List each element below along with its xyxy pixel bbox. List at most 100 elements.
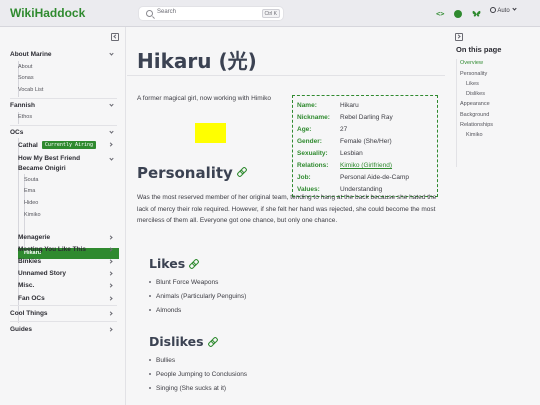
sidebar-section-about-marine[interactable]: About Marine [10,51,52,58]
sidebar-item-ema[interactable]: Ema [24,188,35,194]
chevron-right-icon[interactable] [108,296,113,301]
infobox-key: Nickname: [297,114,330,121]
list-item: Bullies [149,357,175,364]
sidebar-item-onigiri[interactable]: How My Best Friend Became Onigiri [18,154,103,173]
heading-text: Personality [137,164,233,182]
list-item: Singing (She sucks at it) [149,385,226,392]
infobox-value: Lesbian [340,150,363,157]
search-shortcut-key: Ctrl K [261,9,280,18]
sidebar: About Marine About Sonas Vocab List Fann… [0,27,126,405]
butterfly-icon[interactable] [472,10,481,18]
toc-item-dislikes[interactable]: Dislikes [466,91,485,97]
collapse-sidebar-button[interactable] [111,33,119,41]
sidebar-divider [10,305,117,306]
sidebar-item-ethos[interactable]: Ethos [18,114,32,120]
anchor-link-icon[interactable] [237,168,247,178]
sidebar-divider [10,125,117,126]
toc-item-personality[interactable]: Personality [460,71,487,77]
main-content: Hikaru (光) A former magical girl, now wo… [127,27,447,405]
personality-heading: Personality [137,164,247,182]
heading-text: Dislikes [149,334,204,349]
relations-link[interactable]: Kimiko (Girlfriend) [340,161,392,171]
sidebar-item-hideo[interactable]: Hideo [24,200,38,206]
chevron-right-icon[interactable] [108,327,113,332]
anchor-link-icon[interactable] [208,338,216,346]
sidebar-divider [10,321,117,322]
mastodon-icon[interactable] [454,10,462,18]
dislikes-heading: Dislikes [149,334,216,349]
top-nav-bar: WikiHaddock Search Ctrl K <> Auto [0,0,540,27]
infobox-key: Age: [297,126,312,133]
sidebar-item-binkies[interactable]: Binkies [18,258,41,265]
sidebar-item-kimiko[interactable]: Kimiko [24,212,41,218]
infobox-value: Personal Aide-de-Camp [340,174,410,181]
chevron-down-icon[interactable] [109,51,114,56]
collapse-toc-button[interactable] [455,33,463,41]
sidebar-section-guides[interactable]: Guides [10,326,32,333]
sidebar-divider [10,98,117,99]
toc-item-likes[interactable]: Likes [466,81,479,87]
sidebar-item-souta[interactable]: Souta [24,177,38,183]
code-icon[interactable]: <> [436,9,446,19]
character-infobox: Name: Hikaru Nickname: Rebel Darling Ray A… [292,95,438,197]
chevron-right-icon[interactable] [108,259,113,264]
list-item: Animals (Particularly Penguins) [149,293,246,300]
infobox-key: Sexuality: [297,150,328,157]
infobox-value: 27 [340,126,348,133]
sidebar-item-unnamed-story[interactable]: Unnamed Story [18,270,66,277]
infobox-value: Hikaru [340,102,359,109]
toc-item-kimiko[interactable]: Kimiko [466,132,483,138]
chevron-right-icon[interactable] [108,235,113,240]
list-item: Almonds [149,307,181,314]
character-image [195,123,226,143]
status-badge: Currently Airing [41,141,97,149]
sidebar-item-vocab-list[interactable]: Vocab List [18,87,43,93]
sidebar-section-fannish[interactable]: Fannish [10,102,35,109]
toc-title: On this page [456,45,502,54]
personality-text: Was the most reserved member of her orig… [137,194,437,224]
theme-switcher[interactable]: Auto [490,6,517,19]
anchor-link-icon[interactable] [189,260,197,268]
chevron-right-icon[interactable] [108,311,113,316]
sidebar-item-misc[interactable]: Misc. [18,282,34,289]
search-button[interactable]: Search Ctrl K [138,6,284,21]
likes-heading: Likes [149,256,197,271]
infobox-key: Name: [297,102,317,109]
sidebar-section-ocs[interactable]: OCs [10,129,23,136]
sidebar-section-cool-things[interactable]: Cool Things [10,310,48,317]
page-title: Hikaru (光) [137,49,257,73]
list-item: People Jumping to Conclusions [149,371,247,378]
site-logo[interactable]: WikiHaddock [10,6,85,20]
theme-label: Auto [497,8,510,14]
chevron-right-icon[interactable] [108,271,113,276]
chevron-down-icon [512,6,517,11]
chevron-down-icon[interactable] [109,156,114,161]
list-item: Blunt Force Weapons [149,279,218,286]
sidebar-item-sonas[interactable]: Sonas [18,75,34,81]
chevron-right-icon[interactable] [108,142,113,147]
chevron-down-icon[interactable] [109,102,114,107]
table-of-contents: On this page Overview Personality Likes … [447,27,540,405]
sidebar-item-meeting-you[interactable]: Meeting You Like This [18,246,86,253]
infobox-value: Rebel Darling Ray [340,114,393,121]
search-placeholder: Search [157,9,177,15]
infobox-key: Job: [297,174,311,181]
infobox-value: Female (She/Her) [340,138,392,145]
sidebar-item-cathal[interactable]: Cathal Currently Airing [18,141,97,149]
theme-icon [490,7,496,14]
infobox-key: Relations: [297,162,329,169]
title-divider [127,75,445,76]
sidebar-item-fan-ocs[interactable]: Fan OCs [18,295,45,302]
sidebar-item-menagerie[interactable]: Menagerie [18,234,50,241]
heading-text: Likes [149,256,186,271]
toc-item-appearance[interactable]: Appearance [460,101,490,107]
chevron-down-icon[interactable] [109,129,114,134]
toc-line [456,59,457,167]
toc-item-relationships[interactable]: Relationships [460,122,493,128]
sidebar-item-label: Cathal [18,142,38,149]
chevron-right-icon[interactable] [108,283,113,288]
toc-item-overview[interactable]: Overview [460,60,483,66]
toc-item-background[interactable]: Background [460,112,489,118]
sidebar-item-about[interactable]: About [18,64,32,70]
infobox-key: Gender: [297,138,322,145]
